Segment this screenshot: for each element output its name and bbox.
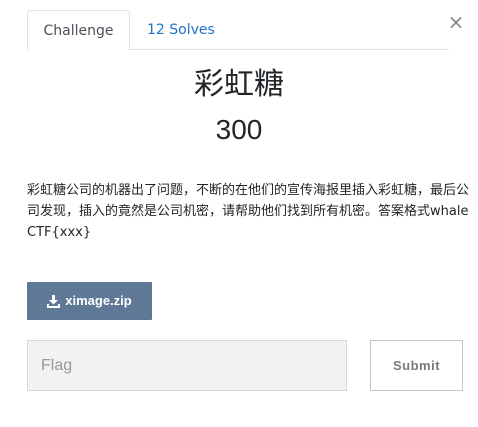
download-icon — [47, 295, 61, 308]
tab-challenge[interactable]: Challenge — [27, 10, 130, 51]
challenge-tabs: Challenge 12 Solves — [27, 10, 449, 51]
submit-button[interactable]: Submit — [370, 340, 463, 391]
file-name: ximage.zip — [65, 293, 132, 308]
close-icon[interactable]: × — [447, 11, 465, 33]
challenge-value: 300 — [215, 114, 263, 145]
flag-input[interactable] — [27, 340, 347, 391]
challenge-description: 彩虹糖公司的机器出了问题，不断的在他们的宣传海报里插入彩虹糖，最后公司发现，插入… — [27, 183, 470, 240]
tab-solves[interactable]: 12 Solves — [147, 10, 215, 50]
challenge-name: 彩虹糖 — [194, 67, 284, 102]
file-download-button[interactable]: ximage.zip — [27, 282, 152, 320]
challenge-modal: Challenge 12 Solves × 彩虹糖 300 彩虹糖公司的机器出了… — [0, 0, 478, 427]
